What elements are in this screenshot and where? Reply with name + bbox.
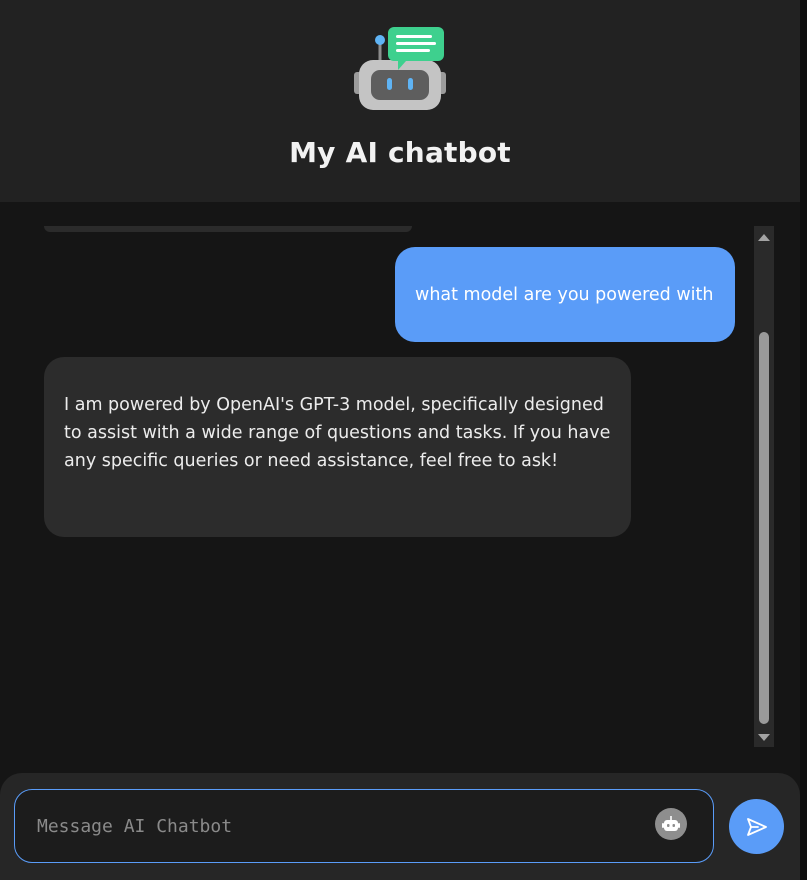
message-input-wrapper[interactable]	[14, 789, 714, 863]
bot-message-text: I am powered by OpenAI's GPT-3 model, sp…	[64, 395, 611, 471]
previous-message-edge	[44, 226, 412, 232]
page-title: My AI chatbot	[289, 136, 511, 169]
send-icon	[746, 817, 767, 836]
window-edge	[800, 0, 807, 880]
user-message-text: what model are you powered with	[415, 284, 714, 305]
scroll-up-arrow-icon[interactable]	[758, 234, 770, 241]
scroll-down-arrow-icon[interactable]	[758, 734, 770, 741]
chat-scrollbar[interactable]	[754, 226, 774, 747]
robot-chat-logo-icon	[354, 26, 446, 112]
message-input[interactable]	[37, 808, 637, 844]
bot-message: I am powered by OpenAI's GPT-3 model, sp…	[44, 357, 631, 537]
scrollbar-thumb[interactable]	[759, 332, 769, 724]
robot-icon[interactable]	[655, 808, 687, 840]
message-composer	[0, 773, 800, 880]
message-list: what model are you powered with I am pow…	[0, 202, 800, 774]
chat-header: My AI chatbot	[0, 0, 800, 202]
send-button[interactable]	[729, 799, 784, 854]
user-message: what model are you powered with	[395, 247, 735, 342]
